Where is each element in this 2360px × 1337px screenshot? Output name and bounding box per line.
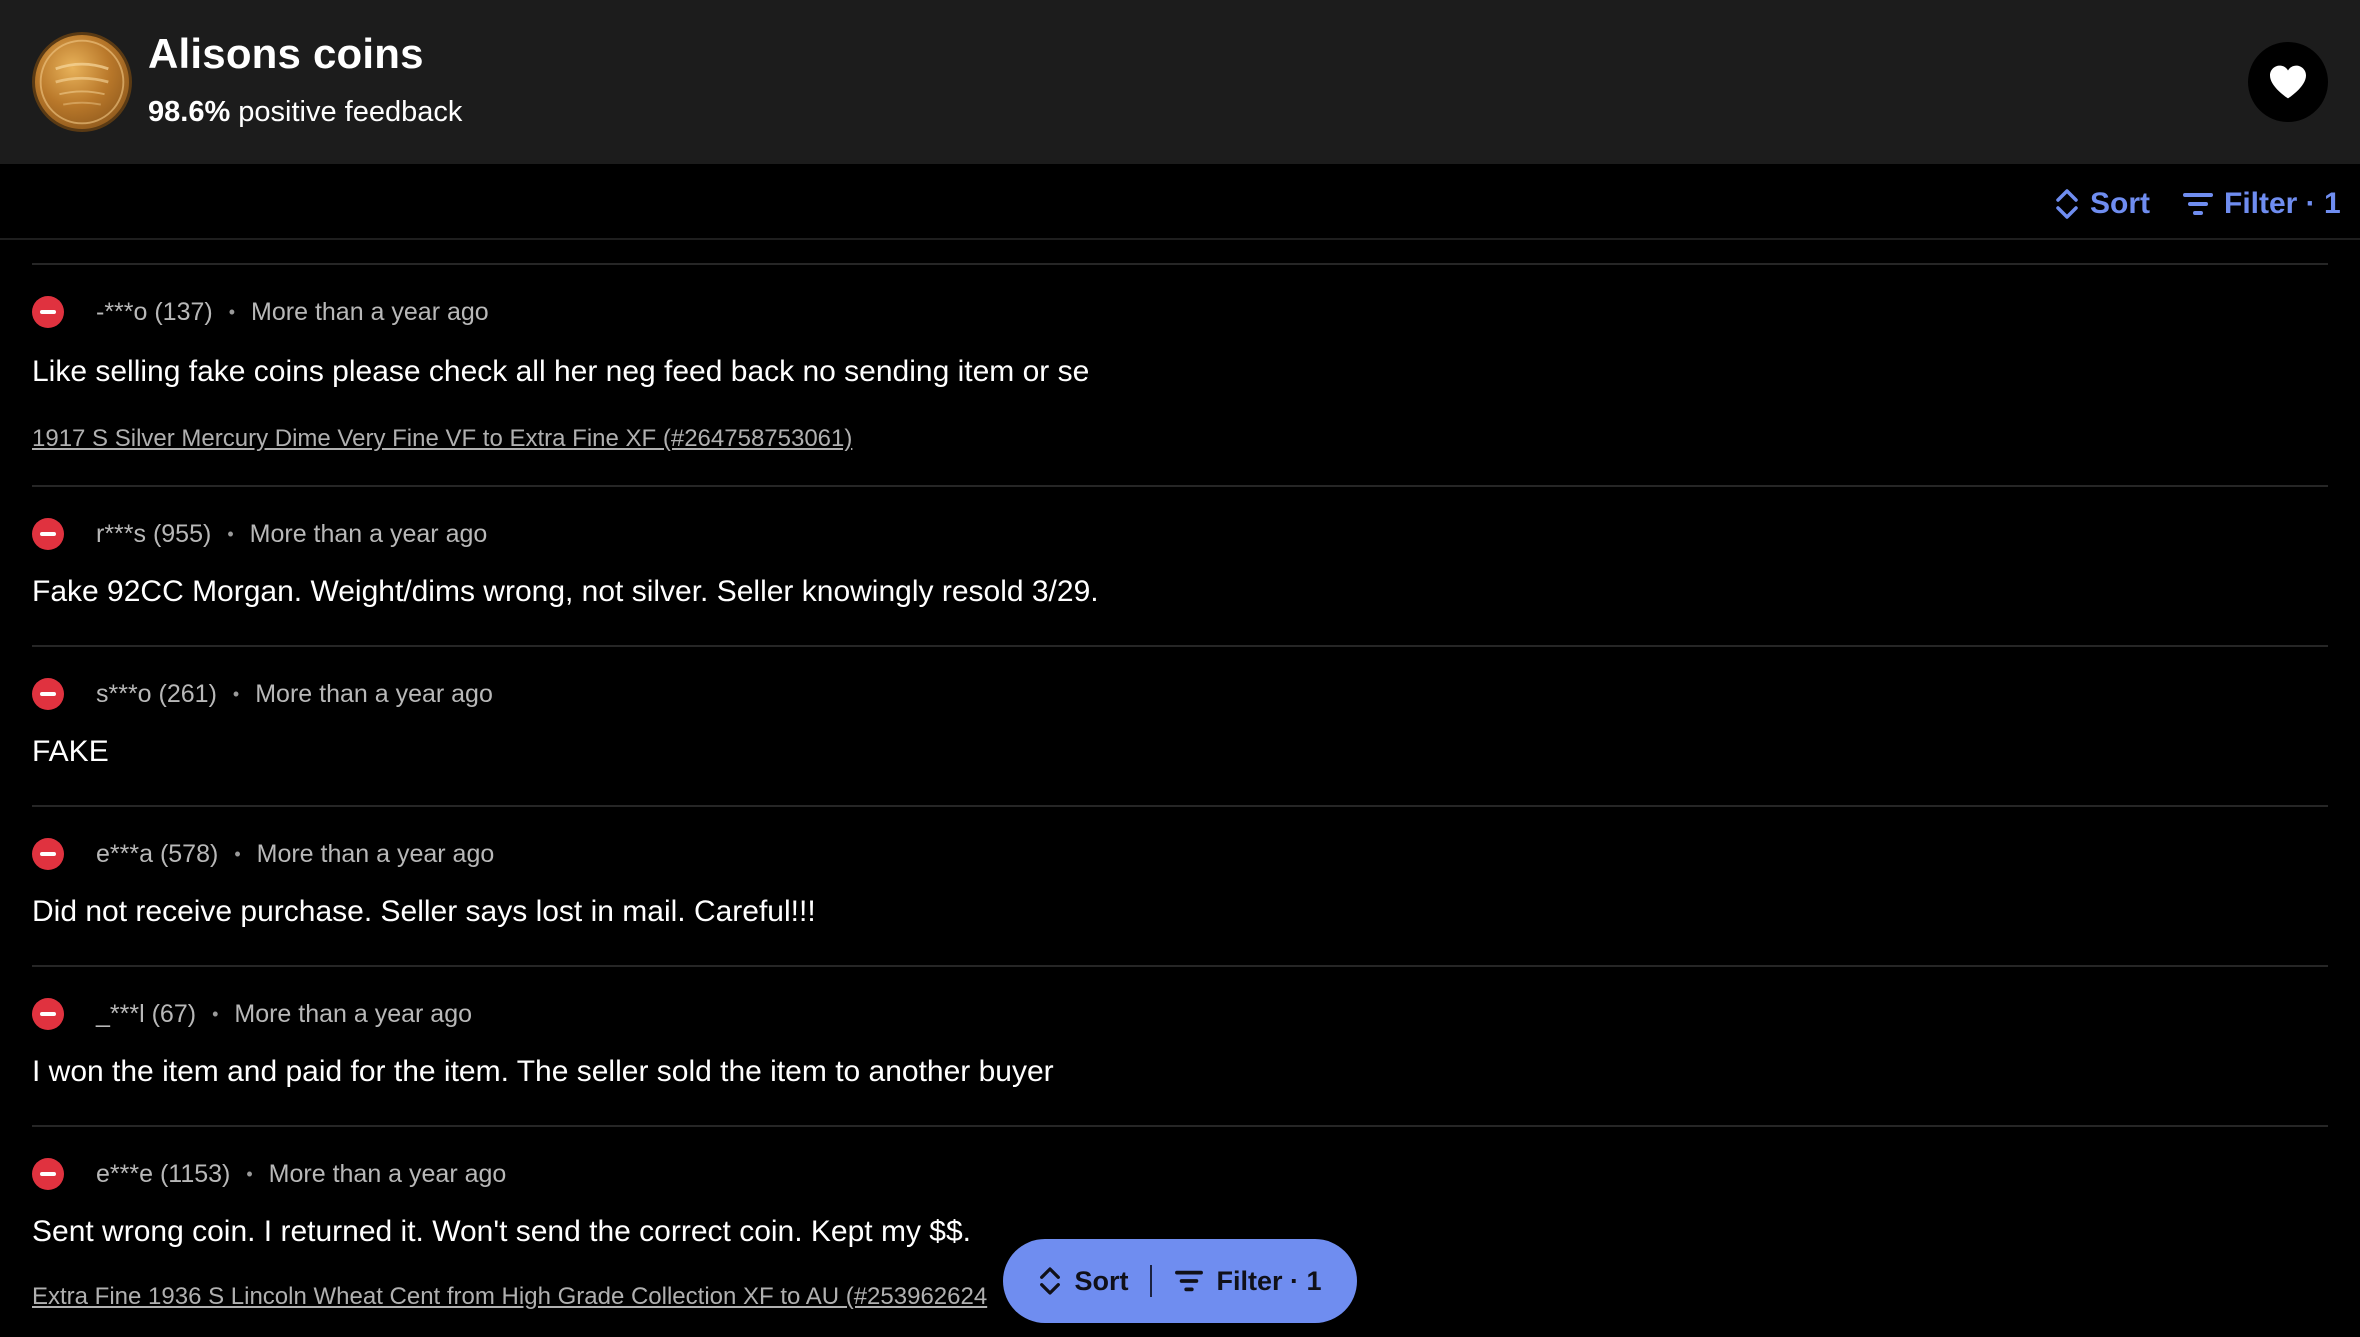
filter-icon: [2183, 193, 2213, 215]
feedback-time: More than a year ago: [249, 519, 488, 548]
negative-rating-icon: [32, 518, 64, 550]
feedback-meta: e***a (578) • More than a year ago: [32, 837, 494, 871]
feedback-user: e***a (578): [96, 839, 219, 868]
sort-label: Sort: [2090, 187, 2150, 220]
seller-avatar: [32, 32, 132, 132]
floating-sort-button[interactable]: Sort: [1016, 1265, 1150, 1297]
feedback-item-link[interactable]: 1917 S Silver Mercury Dime Very Fine VF …: [32, 425, 852, 453]
feedback-comment: I won the item and paid for the item. Th…: [32, 1055, 1054, 1088]
feedback-user: s***o (261): [96, 679, 217, 708]
filter-icon: [1175, 1270, 1204, 1292]
heart-icon: [2270, 65, 2306, 99]
feedback-time: More than a year ago: [234, 999, 473, 1028]
feedback-time: More than a year ago: [251, 297, 489, 326]
filter-label: Filter · 1: [2224, 187, 2341, 220]
feedback-list: -***o (137) • More than a year ago Like …: [32, 263, 2328, 1337]
negative-rating-icon: [32, 998, 64, 1030]
feedback-user: -***o (137): [96, 297, 213, 326]
sort-button[interactable]: Sort: [2054, 184, 2150, 224]
negative-rating-icon: [32, 838, 64, 870]
sort-icon: [2056, 189, 2078, 219]
feedback-suffix: positive feedback: [238, 96, 463, 128]
feedback-item: -***o (137) • More than a year ago Like …: [32, 263, 2328, 485]
seller-header: Alisons coins 98.6% positive feedback: [0, 0, 2360, 164]
feedback-percent: 98.6%: [148, 96, 231, 128]
save-seller-button[interactable]: [2248, 42, 2328, 122]
sort-icon: [1040, 1267, 1061, 1295]
feedback-user: e***e (1153): [96, 1159, 231, 1188]
feedback-meta: -***o (137) • More than a year ago: [32, 295, 489, 329]
feedback-time: More than a year ago: [256, 839, 495, 868]
floating-filter-button[interactable]: Filter · 1: [1152, 1266, 1343, 1297]
coin-logo-icon: [39, 39, 125, 125]
feedback-item: _***l (67) • More than a year ago I won …: [32, 965, 2328, 1125]
sort-filter-toolbar: Sort Filter · 1: [0, 164, 2360, 240]
feedback-user: r***s (955): [96, 519, 212, 548]
feedback-item: s***o (261) • More than a year ago FAKE: [32, 645, 2328, 805]
feedback-comment: Like selling fake coins please check all…: [32, 355, 1090, 388]
floating-sort-label: Sort: [1074, 1265, 1129, 1296]
feedback-meta: s***o (261) • More than a year ago: [32, 677, 493, 711]
separator-dot: •: [232, 683, 240, 704]
feedback-meta: e***e (1153) • More than a year ago: [32, 1157, 506, 1191]
feedback-item: r***s (955) • More than a year ago Fake …: [32, 485, 2328, 645]
separator-dot: •: [246, 1163, 253, 1184]
feedback-meta: r***s (955) • More than a year ago: [32, 517, 487, 551]
feedback-time: More than a year ago: [268, 1159, 507, 1188]
feedback-item-link[interactable]: Extra Fine 1936 S Lincoln Wheat Cent fro…: [32, 1283, 987, 1311]
feedback-summary: 98.6% positive feedback: [148, 96, 462, 129]
negative-rating-icon: [32, 296, 64, 328]
seller-name[interactable]: Alisons coins: [148, 30, 424, 78]
separator-dot: •: [234, 843, 241, 864]
separator-dot: •: [212, 1003, 219, 1024]
feedback-comment: Sent wrong coin. I returned it. Won't se…: [32, 1215, 971, 1248]
negative-rating-icon: [32, 1158, 64, 1190]
feedback-item: e***a (578) • More than a year ago Did n…: [32, 805, 2328, 965]
feedback-comment: FAKE: [32, 735, 109, 768]
negative-rating-icon: [32, 678, 64, 710]
floating-filter-label: Filter · 1: [1216, 1265, 1322, 1296]
feedback-user: _***l (67): [96, 999, 197, 1028]
feedback-page: Alisons coins 98.6% positive feedback So…: [0, 0, 2360, 1337]
floating-sort-filter-bar: Sort Filter · 1: [1003, 1239, 1357, 1323]
feedback-comment: Did not receive purchase. Seller says lo…: [32, 895, 816, 928]
feedback-comment: Fake 92CC Morgan. Weight/dims wrong, not…: [32, 575, 1099, 608]
separator-dot: •: [228, 301, 236, 322]
feedback-time: More than a year ago: [255, 679, 493, 708]
feedback-meta: _***l (67) • More than a year ago: [32, 997, 472, 1031]
separator-dot: •: [227, 523, 234, 544]
filter-button[interactable]: Filter · 1: [2182, 184, 2341, 224]
